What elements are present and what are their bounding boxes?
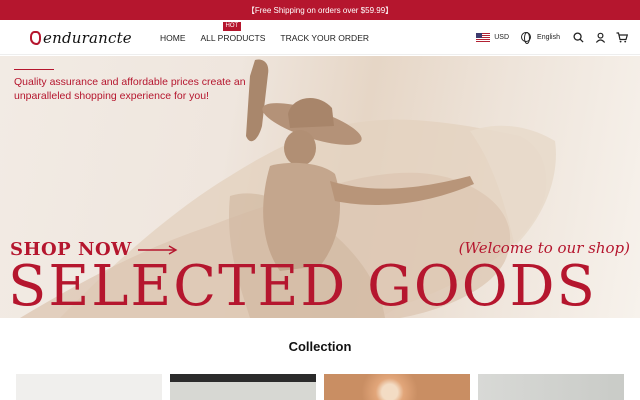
cart-icon[interactable] xyxy=(616,31,628,43)
collection-heading: Collection xyxy=(288,339,352,354)
collection-tile[interactable] xyxy=(324,374,470,400)
hero-tagline: Quality assurance and affordable prices … xyxy=(14,76,246,102)
brand-name: endurancte xyxy=(43,29,132,47)
hero-banner[interactable]: Quality assurance and affordable prices … xyxy=(0,56,640,318)
brand-logo[interactable]: endurancte xyxy=(30,29,132,47)
announcement-text: 【Free Shipping on orders over $59.99】 xyxy=(246,5,394,15)
collection-tile[interactable] xyxy=(478,374,624,400)
search-icon[interactable] xyxy=(572,31,584,43)
currency-selector[interactable]: USD xyxy=(494,34,509,41)
announcement-bar: 【Free Shipping on orders over $59.99】 xyxy=(0,0,640,20)
language-selector[interactable]: English xyxy=(537,34,560,41)
hot-badge: HOT xyxy=(222,22,242,31)
nav-item-all-products[interactable]: HOT ALL PRODUCTS xyxy=(200,22,266,43)
collection-tile[interactable] xyxy=(170,374,316,400)
nav-item-home[interactable]: HOME xyxy=(160,33,186,43)
header-utilities: USD English xyxy=(476,29,628,45)
collection-grid xyxy=(16,374,632,400)
site-header: endurancte HOME HOT ALL PRODUCTS TRACK Y… xyxy=(0,20,640,55)
user-icon[interactable] xyxy=(594,31,606,43)
collection-tile[interactable] xyxy=(16,374,162,400)
arrow-right-icon xyxy=(137,244,178,255)
nav-item-all-products-label: ALL PRODUCTS xyxy=(200,33,266,43)
hero-headline: SELECTED GOODS xyxy=(8,254,597,318)
main-nav: HOME HOT ALL PRODUCTS TRACK YOUR ORDER xyxy=(160,22,384,43)
us-flag-icon xyxy=(476,32,491,42)
nav-item-track-order[interactable]: TRACK YOUR ORDER xyxy=(280,33,369,43)
hero-divider xyxy=(14,69,54,70)
globe-icon xyxy=(521,32,532,44)
logo-mark-icon xyxy=(30,31,41,45)
